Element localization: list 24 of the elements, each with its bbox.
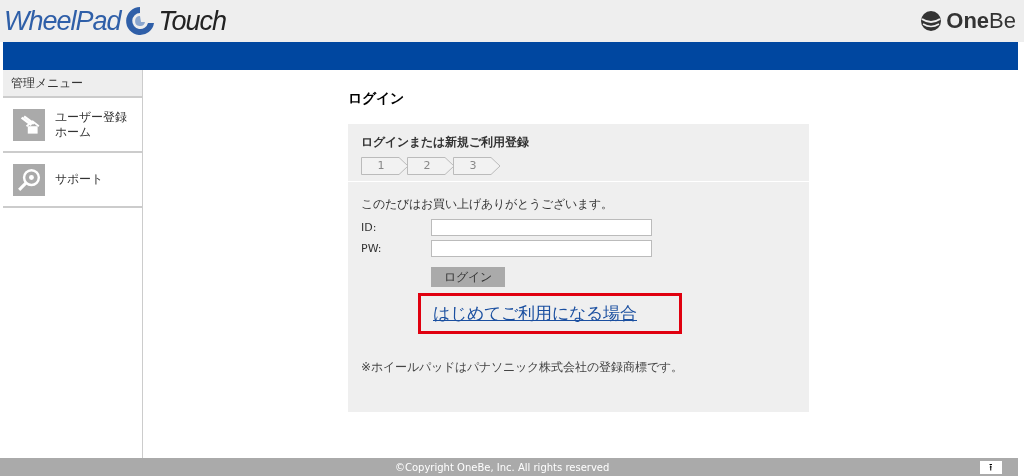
input-field[interactable]: [431, 240, 652, 257]
sidebar-item[interactable]: サポート: [3, 153, 142, 208]
magnifier-icon: [13, 163, 45, 196]
house-icon: [13, 108, 45, 141]
step-indicator: 3: [453, 157, 501, 175]
input-field[interactable]: [431, 219, 652, 236]
copyright-text: ©Copyright OneBe, Inc. All rights reserved: [395, 461, 610, 473]
logo-text: WheelPad: [4, 5, 121, 37]
sidebar-title: 管理メニュー: [3, 70, 142, 98]
step-indicator: 1: [361, 157, 409, 175]
login-button[interactable]: ログイン: [431, 267, 505, 287]
message-text: このたびはお買い上げありがとうございます。: [361, 196, 614, 213]
card-heading: ログインまたは新規ご利用登録: [361, 134, 530, 151]
sidebar-item[interactable]: ユーザー登録ホーム: [3, 98, 142, 153]
trademark-note: ※ホイールパッドはパナソニック株式会社の登録商標です。: [361, 359, 685, 376]
field-label: PW:: [361, 242, 383, 255]
field-label: ID:: [361, 221, 378, 234]
back-to-top-button[interactable]: ⭱: [980, 460, 1002, 474]
company-logo-text: OneBe: [946, 8, 1016, 34]
page-title: ログイン: [348, 90, 405, 108]
step-indicator: 2: [407, 157, 455, 175]
logo-text: Touch: [158, 5, 227, 37]
register-link[interactable]: はじめてご利用になる場合: [433, 302, 637, 325]
logo-icon: [920, 10, 943, 32]
